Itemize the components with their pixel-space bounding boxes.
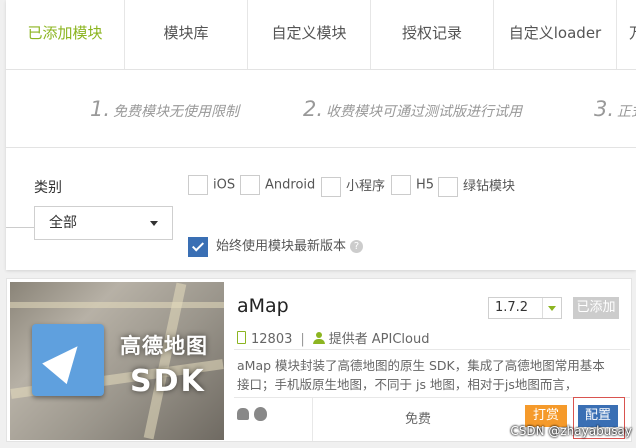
user-icon — [312, 332, 325, 344]
tab-auth-records[interactable]: 授权记录 — [371, 0, 494, 69]
notice-3: 3.正式 — [594, 97, 636, 121]
module-thumbnail: 高德地图 SDK — [10, 282, 224, 440]
main-panel: 已添加模块 模块库 自定义模块 授权记录 自定义loader 万 1.免费模块无… — [6, 0, 636, 270]
tab-bar: 已添加模块 模块库 自定义模块 授权记录 自定义loader 万 — [6, 0, 636, 70]
help-icon[interactable]: ? — [350, 240, 364, 253]
phone-icon — [237, 331, 246, 344]
amap-logo-icon — [32, 324, 104, 396]
divider — [6, 227, 34, 228]
filter-mini-program[interactable]: 小程序 — [321, 175, 385, 197]
android-checkbox[interactable] — [240, 175, 260, 195]
download-count: 12803 — [251, 332, 293, 347]
mini-program-checkbox[interactable] — [321, 176, 341, 197]
filter-ios[interactable]: iOS — [188, 175, 235, 195]
version-select[interactable]: 1.7.2 — [488, 297, 562, 319]
latest-version-option[interactable]: 始终使用模块最新版本? — [188, 235, 364, 257]
thumbnail-subtitle: SDK — [130, 364, 206, 399]
module-meta: 12803 | 提供者 APICloud — [237, 328, 429, 347]
filter-green-diamond[interactable]: 绿钻模块 — [438, 175, 515, 197]
price-label: 免费 — [405, 412, 432, 427]
platform-icons — [237, 405, 271, 425]
module-name: aMap — [237, 295, 289, 317]
divider — [312, 398, 313, 441]
tab-custom-modules[interactable]: 自定义模块 — [248, 0, 371, 69]
caret-down-icon — [150, 221, 158, 226]
divider — [234, 397, 630, 398]
apple-icon — [254, 407, 267, 421]
tab-custom-loader[interactable]: 自定义loader — [494, 0, 617, 69]
h5-checkbox[interactable] — [391, 175, 411, 195]
category-select[interactable]: 全部 — [34, 206, 173, 240]
tab-added-modules[interactable]: 已添加模块 — [6, 0, 125, 69]
thumbnail-title: 高德地图 — [120, 334, 208, 358]
filter-android[interactable]: Android — [240, 175, 315, 195]
provider-name: APICloud — [371, 332, 430, 347]
tab-more[interactable]: 万 — [617, 0, 636, 69]
filter-h5[interactable]: H5 — [391, 175, 434, 195]
notice-1: 1. 免费模块无使用限制 — [90, 97, 240, 121]
added-badge: 已添加 — [573, 297, 619, 319]
notice-bar: 1.免费模块无使用限制 2.收费模块可通过测试版进行试用 3.正式 — [6, 70, 636, 148]
green-diamond-checkbox[interactable] — [438, 176, 458, 197]
watermark: CSDN @zhayabusay — [510, 424, 632, 438]
tab-module-library[interactable]: 模块库 — [125, 0, 248, 69]
category-label: 类别 — [34, 180, 62, 196]
ios-checkbox[interactable] — [188, 175, 208, 195]
chevron-down-icon — [542, 298, 561, 318]
latest-version-checkbox[interactable] — [188, 236, 208, 257]
notice-2: 2. 收费模块可通过测试版进行试用 — [303, 97, 523, 121]
module-card: 高德地图 SDK aMap 1.7.2 已添加 12803 | 提供者 APIClou… — [6, 278, 632, 442]
divider — [234, 349, 630, 350]
android-icon — [237, 408, 249, 420]
module-description: aMap 模块封装了高德地图的原生 SDK，集成了高德地图常用基本接口；手机版原… — [237, 358, 605, 392]
